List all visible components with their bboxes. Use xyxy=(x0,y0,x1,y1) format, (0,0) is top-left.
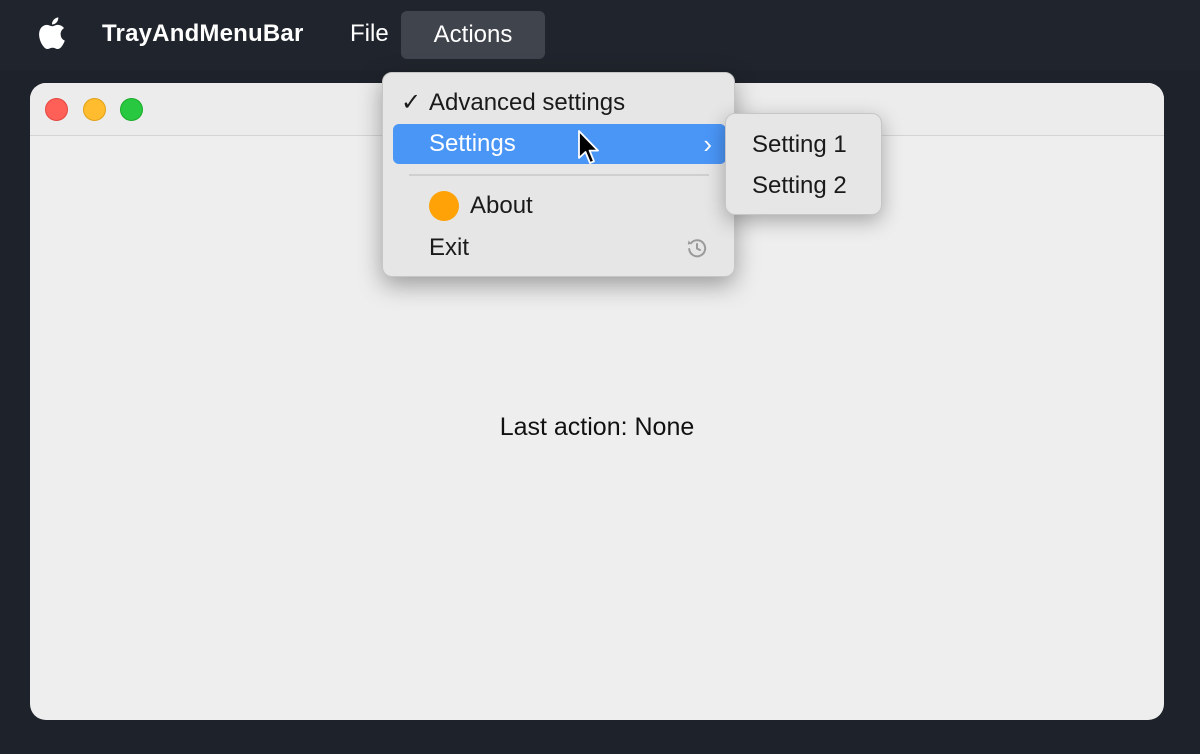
menu-item-label: Advanced settings xyxy=(429,89,626,116)
menu-item-about[interactable]: About xyxy=(393,186,726,226)
chevron-right-icon: › xyxy=(703,129,712,159)
checkmark-icon: ✓ xyxy=(401,89,422,116)
settings-submenu: Setting 1 Setting 2 xyxy=(725,113,882,215)
last-action-label: Last action: None xyxy=(499,413,695,441)
menu-item-label: Exit xyxy=(429,234,470,261)
menu-bar: TrayAndMenuBar File Actions xyxy=(0,0,1200,70)
restore-icon xyxy=(687,239,707,258)
orange-circle-icon xyxy=(429,191,459,221)
menu-item-advanced-settings[interactable]: ✓ Advanced settings xyxy=(393,83,726,123)
submenu-item-setting-2[interactable]: Setting 2 xyxy=(752,170,847,202)
submenu-item-setting-1[interactable]: Setting 1 xyxy=(752,129,847,161)
menu-file[interactable]: File xyxy=(350,20,389,48)
menu-item-settings[interactable]: Settings › xyxy=(393,124,726,164)
menu-actions[interactable]: Actions xyxy=(401,11,545,59)
close-button[interactable] xyxy=(45,98,68,121)
desktop: TrayAndMenuBar File Actions Last action:… xyxy=(0,0,1200,754)
menu-item-exit[interactable]: Exit xyxy=(393,228,726,268)
apple-icon[interactable] xyxy=(36,16,66,50)
menu-item-label: About xyxy=(470,192,533,219)
app-name-menu[interactable]: TrayAndMenuBar xyxy=(102,20,304,48)
menu-separator xyxy=(409,174,709,176)
mouse-pointer-icon xyxy=(578,130,599,164)
minimize-button[interactable] xyxy=(83,98,106,121)
maximize-button[interactable] xyxy=(120,98,143,121)
menu-item-label: Settings xyxy=(429,130,516,157)
actions-dropdown-menu: ✓ Advanced settings Settings › About Exi… xyxy=(382,72,735,277)
